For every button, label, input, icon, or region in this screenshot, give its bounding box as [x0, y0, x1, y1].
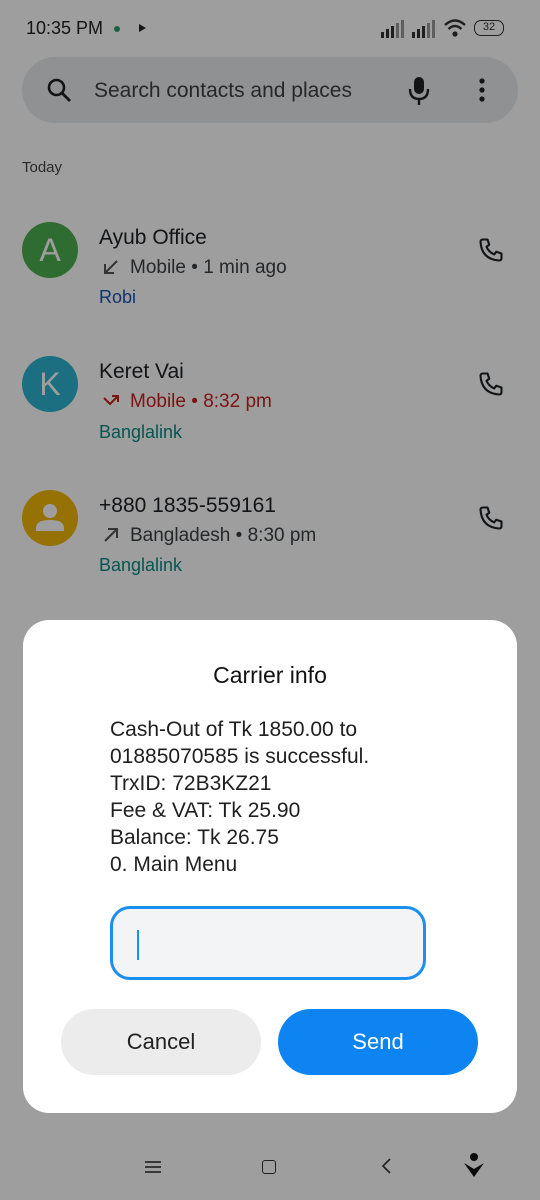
- message-line: 01885070585 is successful.: [110, 745, 370, 768]
- carrier-info-dialog: Carrier info Cash-Out of Tk 1850.00 to 0…: [23, 620, 517, 1113]
- message-line: 0. Main Menu: [110, 853, 238, 876]
- message-line: Fee & VAT: Tk 25.90: [110, 799, 301, 822]
- dialog-title: Carrier info: [213, 662, 327, 688]
- message-line: TrxID: 72B3KZ21: [110, 772, 272, 795]
- cancel-button[interactable]: Cancel: [61, 1009, 261, 1075]
- text-cursor: [137, 930, 139, 960]
- response-input[interactable]: [110, 906, 426, 980]
- dialog-message: Cash-Out of Tk 1850.00 to 01885070585 is…: [110, 716, 369, 878]
- message-line: Cash-Out of Tk 1850.00 to: [110, 718, 358, 741]
- message-line: Balance: Tk 26.75: [110, 826, 279, 849]
- send-button[interactable]: Send: [278, 1009, 478, 1075]
